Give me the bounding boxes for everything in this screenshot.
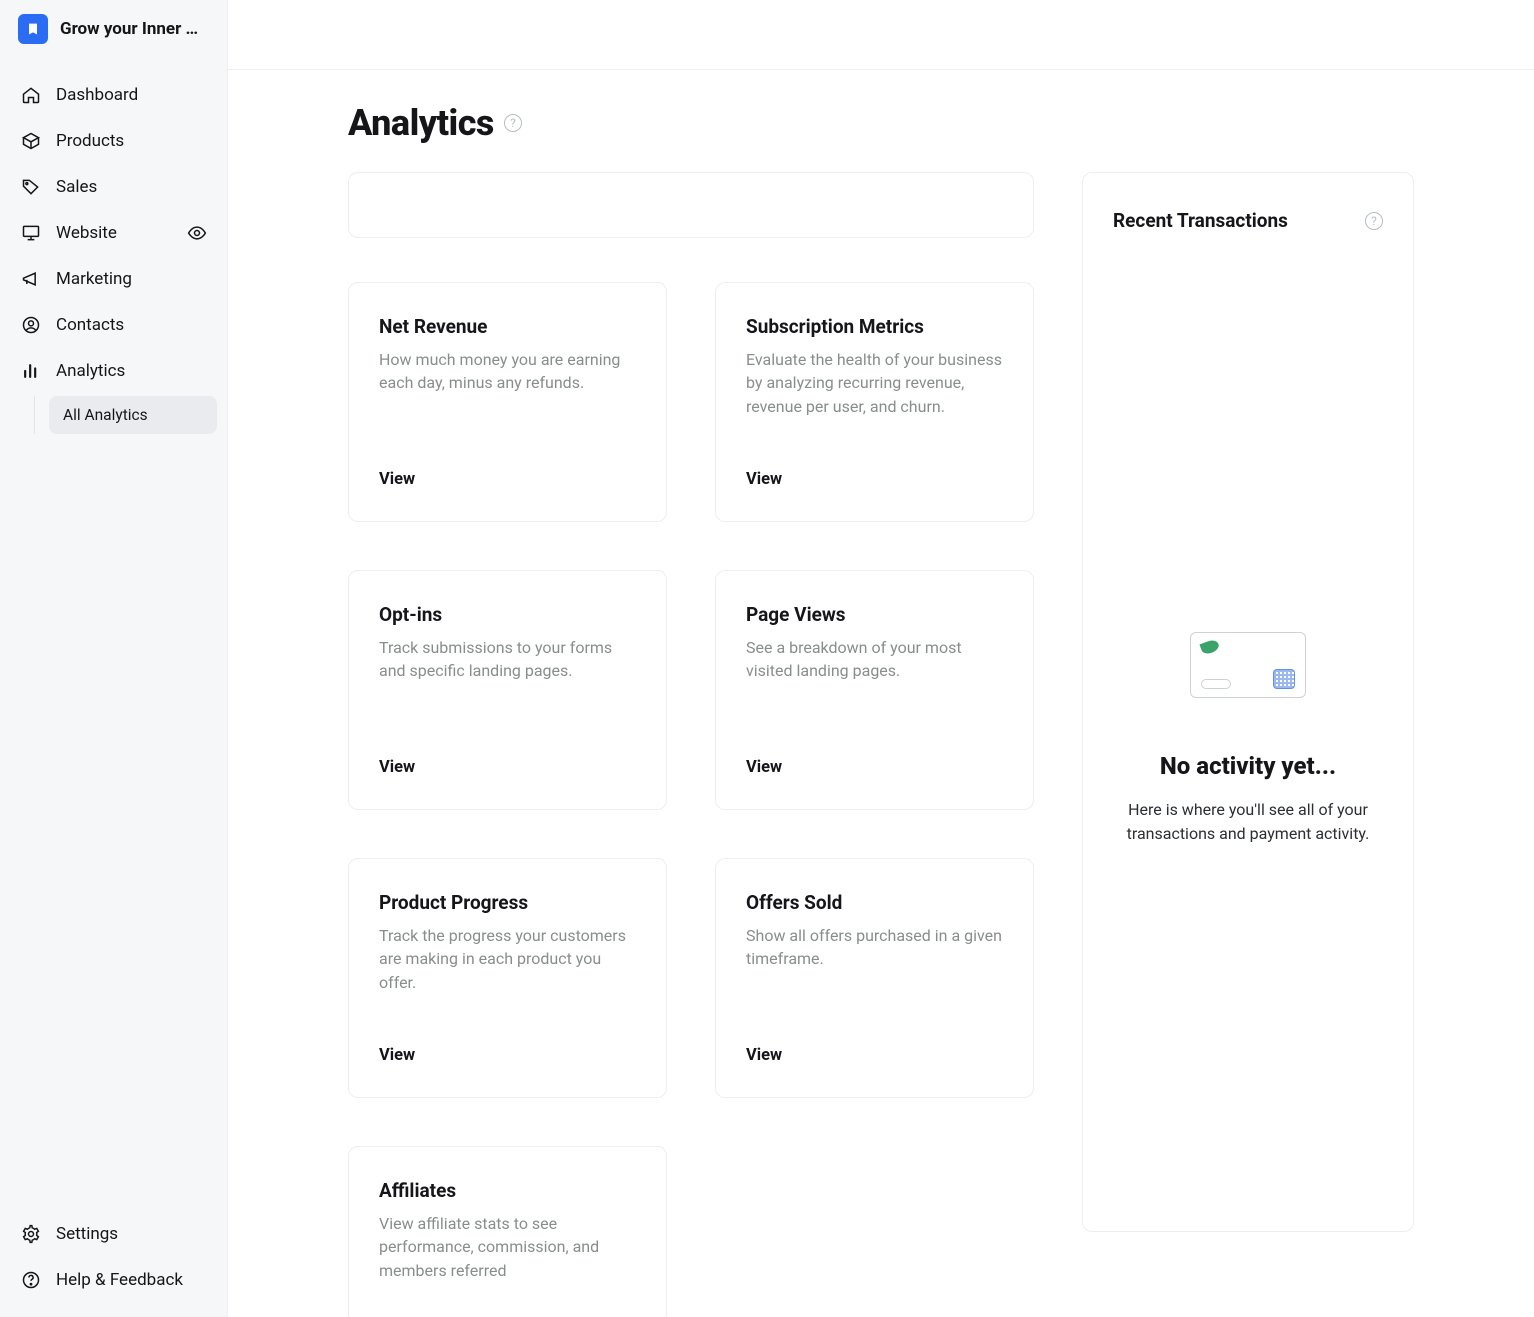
recent-transactions-card: Recent Transactions ? No activity yet...	[1082, 172, 1414, 1232]
main: Analytics ? Net Revenue How much money y…	[228, 0, 1534, 1317]
brand-logo-icon	[18, 14, 48, 44]
card-product-progress[interactable]: Product Progress Track the progress your…	[348, 858, 667, 1098]
sidebar-item-analytics[interactable]: Analytics	[10, 348, 217, 394]
home-icon	[20, 84, 42, 106]
card-title: Product Progress	[379, 891, 636, 914]
analytics-subnav: All Analytics	[34, 396, 217, 434]
nav: Dashboard Products Sales Website	[0, 54, 227, 1201]
card-desc: How much money you are earning each day,…	[379, 348, 636, 394]
card-view-link[interactable]: View	[379, 470, 636, 489]
analytics-left-column: Net Revenue How much money you are earni…	[348, 172, 1034, 1317]
sidebar-item-label: Dashboard	[56, 85, 138, 105]
bar-chart-icon	[20, 360, 42, 382]
sidebar-item-sales[interactable]: Sales	[10, 164, 217, 210]
card-page-views[interactable]: Page Views See a breakdown of your most …	[715, 570, 1034, 810]
sidebar-item-label: Contacts	[56, 315, 124, 335]
user-circle-icon	[20, 314, 42, 336]
sidebar-item-label: Website	[56, 223, 117, 243]
card-title: Net Revenue	[379, 315, 636, 338]
card-desc: Track submissions to your forms and spec…	[379, 636, 636, 682]
box-icon	[20, 130, 42, 152]
credit-card-icon	[1190, 632, 1306, 698]
tag-icon	[20, 176, 42, 198]
recent-transactions-help-icon[interactable]: ?	[1365, 212, 1383, 230]
summary-card	[348, 172, 1034, 238]
card-title: Offers Sold	[746, 891, 1003, 914]
card-view-link[interactable]: View	[746, 470, 1003, 489]
card-title: Subscription Metrics	[746, 315, 1003, 338]
help-circle-icon	[20, 1269, 42, 1291]
sidebar-item-website[interactable]: Website	[10, 210, 217, 256]
card-net-revenue[interactable]: Net Revenue How much money you are earni…	[348, 282, 667, 522]
sidebar-item-label: Products	[56, 131, 124, 151]
recent-transactions-title: Recent Transactions	[1113, 209, 1288, 232]
sidebar-item-help[interactable]: Help & Feedback	[10, 1257, 217, 1303]
page-title-row: Analytics ?	[348, 102, 1414, 144]
brand-title: Grow your Inner …	[60, 19, 198, 39]
card-title: Opt-ins	[379, 603, 636, 626]
content: Analytics ? Net Revenue How much money y…	[228, 70, 1534, 1317]
card-desc: See a breakdown of your most visited lan…	[746, 636, 1003, 682]
recent-transactions-empty-state: No activity yet... Here is where you'll …	[1113, 632, 1383, 846]
sidebar-item-label: Sales	[56, 177, 97, 197]
sidebar-item-label: Analytics	[56, 361, 125, 381]
sidebar-item-contacts[interactable]: Contacts	[10, 302, 217, 348]
card-view-link[interactable]: View	[746, 1046, 1003, 1065]
sidebar-item-label: Marketing	[56, 269, 132, 289]
recent-transactions-column: Recent Transactions ? No activity yet...	[1082, 172, 1414, 1232]
subnav-item-all-analytics[interactable]: All Analytics	[49, 396, 217, 434]
page-title: Analytics	[348, 102, 494, 144]
card-desc: Track the progress your customers are ma…	[379, 924, 636, 994]
card-affiliates[interactable]: Affiliates View affiliate stats to see p…	[348, 1146, 667, 1317]
sidebar-item-marketing[interactable]: Marketing	[10, 256, 217, 302]
card-desc: Show all offers purchased in a given tim…	[746, 924, 1003, 970]
sidebar-item-products[interactable]: Products	[10, 118, 217, 164]
topbar	[228, 0, 1534, 70]
empty-state-desc: Here is where you'll see all of your tra…	[1113, 798, 1383, 846]
card-offers-sold[interactable]: Offers Sold Show all offers purchased in…	[715, 858, 1034, 1098]
card-title: Page Views	[746, 603, 1003, 626]
sidebar-bottom: Settings Help & Feedback	[0, 1201, 227, 1317]
subnav-item-label: All Analytics	[63, 406, 148, 424]
card-subscription-metrics[interactable]: Subscription Metrics Evaluate the health…	[715, 282, 1034, 522]
card-desc: Evaluate the health of your business by …	[746, 348, 1003, 418]
card-opt-ins[interactable]: Opt-ins Track submissions to your forms …	[348, 570, 667, 810]
sidebar: Grow your Inner … Dashboard Products Sal…	[0, 0, 228, 1317]
card-desc: View affiliate stats to see performance,…	[379, 1212, 636, 1282]
analytics-cards-grid: Net Revenue How much money you are earni…	[348, 282, 1034, 1317]
megaphone-icon	[20, 268, 42, 290]
card-view-link[interactable]: View	[746, 758, 1003, 777]
card-view-link[interactable]: View	[379, 1046, 636, 1065]
sidebar-item-settings[interactable]: Settings	[10, 1211, 217, 1257]
sidebar-item-label: Settings	[56, 1224, 118, 1244]
page-help-icon[interactable]: ?	[504, 114, 522, 132]
sidebar-item-dashboard[interactable]: Dashboard	[10, 72, 217, 118]
sidebar-header[interactable]: Grow your Inner …	[0, 0, 227, 54]
empty-state-title: No activity yet...	[1160, 752, 1336, 780]
monitor-icon	[20, 222, 42, 244]
eye-icon[interactable]	[187, 223, 207, 243]
card-view-link[interactable]: View	[379, 758, 636, 777]
sidebar-item-label: Help & Feedback	[56, 1270, 183, 1290]
gear-icon	[20, 1223, 42, 1245]
card-title: Affiliates	[379, 1179, 636, 1202]
